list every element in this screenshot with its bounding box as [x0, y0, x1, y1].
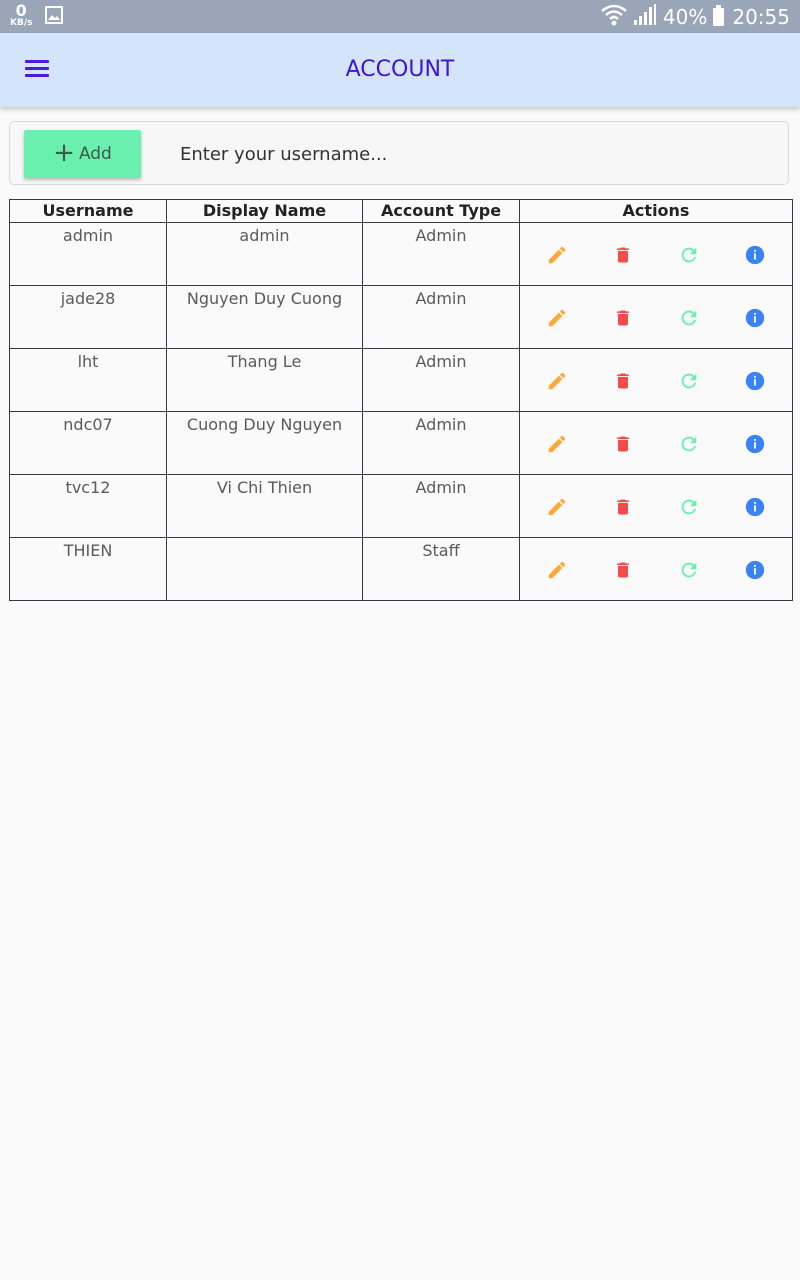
cell-display-name: Vi Chi Thien	[166, 474, 363, 538]
info-icon[interactable]	[743, 306, 767, 330]
reset-icon[interactable]	[677, 369, 701, 393]
info-icon[interactable]	[743, 558, 767, 582]
table-row: lht Thang Le Admin	[9, 348, 793, 412]
account-toolbar: + Add	[9, 121, 789, 185]
cell-actions	[519, 537, 793, 601]
cell-actions	[519, 411, 793, 475]
cell-display-name: Thang Le	[166, 348, 363, 412]
reset-icon[interactable]	[677, 495, 701, 519]
reset-icon[interactable]	[677, 243, 701, 267]
header-account-type: Account Type	[362, 199, 520, 223]
delete-icon[interactable]	[611, 243, 635, 267]
table-row: THIEN Staff	[9, 537, 793, 601]
reset-icon[interactable]	[677, 306, 701, 330]
signal-icon	[633, 3, 657, 30]
cell-display-name: admin	[166, 222, 363, 286]
battery-level: 40%	[662, 4, 708, 29]
header-actions: Actions	[519, 199, 793, 223]
delete-icon[interactable]	[611, 495, 635, 519]
table-header-row: Username Display Name Account Type Actio…	[9, 199, 793, 223]
page-title: ACCOUNT	[345, 57, 455, 82]
reset-icon[interactable]	[677, 558, 701, 582]
username-input[interactable]	[180, 130, 770, 178]
table-row: ndc07 Cuong Duy Nguyen Admin	[9, 411, 793, 475]
cell-username: tvc12	[9, 474, 167, 538]
edit-icon[interactable]	[545, 558, 569, 582]
add-button-label: Add	[78, 144, 112, 164]
clock: 20:55	[732, 4, 790, 29]
add-button[interactable]: + Add	[24, 130, 141, 178]
cell-display-name	[166, 537, 363, 601]
cell-actions	[519, 222, 793, 286]
network-speed: 0 KB/s	[10, 3, 32, 28]
cell-account-type: Admin	[362, 474, 520, 538]
info-icon[interactable]	[743, 432, 767, 456]
battery-icon	[713, 4, 725, 26]
delete-icon[interactable]	[611, 369, 635, 393]
delete-icon[interactable]	[611, 306, 635, 330]
cell-actions	[519, 285, 793, 349]
table-row: tvc12 Vi Chi Thien Admin	[9, 474, 793, 538]
edit-icon[interactable]	[545, 243, 569, 267]
edit-icon[interactable]	[545, 432, 569, 456]
wifi-icon	[601, 3, 627, 31]
cell-username: admin	[9, 222, 167, 286]
network-speed-unit: KB/s	[10, 18, 33, 28]
edit-icon[interactable]	[545, 306, 569, 330]
delete-icon[interactable]	[611, 558, 635, 582]
info-icon[interactable]	[743, 369, 767, 393]
network-speed-value: 0	[15, 1, 27, 20]
cell-username: ndc07	[9, 411, 167, 475]
table-row: admin admin Admin	[9, 222, 793, 286]
cell-username: THIEN	[9, 537, 167, 601]
cell-username: jade28	[9, 285, 167, 349]
cell-account-type: Admin	[362, 285, 520, 349]
edit-icon[interactable]	[545, 369, 569, 393]
cell-username: lht	[9, 348, 167, 412]
cell-account-type: Admin	[362, 222, 520, 286]
header-username: Username	[9, 199, 167, 223]
cell-display-name: Nguyen Duy Cuong	[166, 285, 363, 349]
cell-account-type: Staff	[362, 537, 520, 601]
cell-actions	[519, 474, 793, 538]
status-bar: 0 KB/s 40% 20:55	[0, 0, 800, 33]
cell-account-type: Admin	[362, 348, 520, 412]
gallery-icon	[45, 6, 64, 28]
menu-icon[interactable]	[25, 60, 49, 80]
reset-icon[interactable]	[677, 432, 701, 456]
plus-icon: +	[53, 137, 75, 168]
table-row: jade28 Nguyen Duy Cuong Admin	[9, 285, 793, 349]
account-table: Username Display Name Account Type Actio…	[9, 199, 793, 601]
cell-actions	[519, 348, 793, 412]
app-bar: ACCOUNT	[0, 33, 800, 107]
cell-account-type: Admin	[362, 411, 520, 475]
cell-display-name: Cuong Duy Nguyen	[166, 411, 363, 475]
header-display-name: Display Name	[166, 199, 363, 223]
delete-icon[interactable]	[611, 432, 635, 456]
info-icon[interactable]	[743, 243, 767, 267]
info-icon[interactable]	[743, 495, 767, 519]
edit-icon[interactable]	[545, 495, 569, 519]
